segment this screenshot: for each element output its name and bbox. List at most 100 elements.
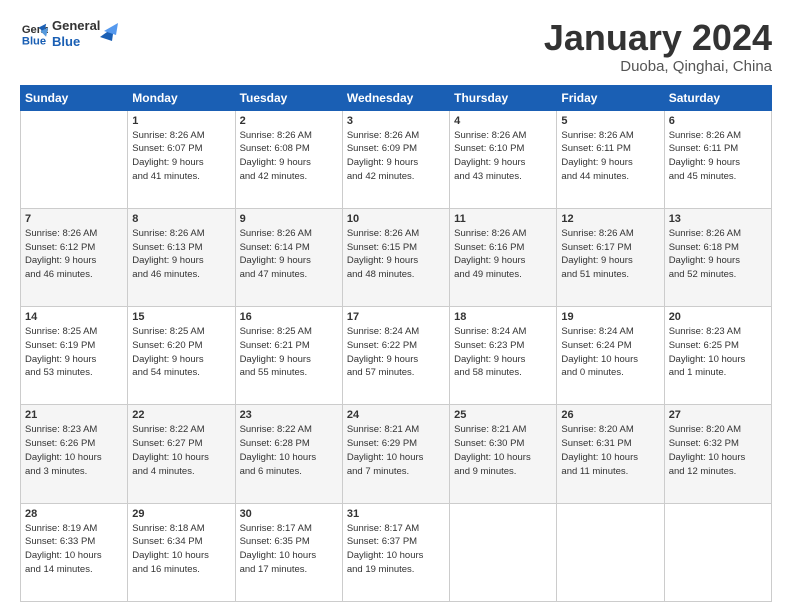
day-info: Sunrise: 8:22 AM Sunset: 6:27 PM Dayligh… <box>132 423 230 478</box>
calendar-cell: 28Sunrise: 8:19 AM Sunset: 6:33 PM Dayli… <box>21 503 128 601</box>
day-number: 29 <box>132 508 230 520</box>
calendar-cell: 3 Sunrise: 8:26 AM Sunset: 6:09 PM Daylig… <box>342 110 449 208</box>
logo-line2: Blue <box>52 34 100 50</box>
day-info: Sunrise: 8:26 AM Sunset: 6:18 PM Dayligh… <box>669 227 767 282</box>
day-number: 31 <box>347 508 445 520</box>
calendar-cell: 30Sunrise: 8:17 AM Sunset: 6:35 PM Dayli… <box>235 503 342 601</box>
day-info: Sunrise: 8:26 AM Sunset: 6:17 PM Dayligh… <box>561 227 659 282</box>
calendar-cell: 1Sunrise: 8:26 AM Sunset: 6:07 PM Daylig… <box>128 110 235 208</box>
calendar-cell: 23 Sunrise: 8:22 AM Sunset: 6:28 PM Dayli… <box>235 405 342 503</box>
calendar-cell: 31 Sunrise: 8:17 AM Sunset: 6:37 PM Dayli… <box>342 503 449 601</box>
day-number: 18 <box>454 311 552 323</box>
calendar-cell: 26 Sunrise: 8:20 AM Sunset: 6:31 PM Dayli… <box>557 405 664 503</box>
calendar-week-row: 28Sunrise: 8:19 AM Sunset: 6:33 PM Dayli… <box>21 503 772 601</box>
calendar-cell: 12 Sunrise: 8:26 AM Sunset: 6:17 PM Dayli… <box>557 208 664 306</box>
calendar-cell: 13 Sunrise: 8:26 AM Sunset: 6:18 PM Dayli… <box>664 208 771 306</box>
day-number: 11 <box>454 213 552 225</box>
month-title: January 2024 <box>544 18 772 58</box>
calendar-cell: 9 Sunrise: 8:26 AM Sunset: 6:14 PM Daylig… <box>235 208 342 306</box>
day-info: Sunrise: 8:22 AM Sunset: 6:28 PM Dayligh… <box>240 423 338 478</box>
calendar-cell: 21 Sunrise: 8:23 AM Sunset: 6:26 PM Dayli… <box>21 405 128 503</box>
day-info: Sunrise: 8:26 AM Sunset: 6:08 PM Dayligh… <box>240 129 338 184</box>
day-number: 3 <box>347 115 445 127</box>
subtitle: Duoba, Qinghai, China <box>544 58 772 75</box>
calendar-cell: 4Sunrise: 8:26 AM Sunset: 6:10 PM Daylig… <box>450 110 557 208</box>
day-number: 16 <box>240 311 338 323</box>
day-info: Sunrise: 8:25 AM Sunset: 6:19 PM Dayligh… <box>25 325 123 380</box>
calendar-cell: 29Sunrise: 8:18 AM Sunset: 6:34 PM Dayli… <box>128 503 235 601</box>
weekday-header: Thursday <box>450 85 557 110</box>
day-number: 14 <box>25 311 123 323</box>
day-info: Sunrise: 8:23 AM Sunset: 6:26 PM Dayligh… <box>25 423 123 478</box>
day-info: Sunrise: 8:26 AM Sunset: 6:11 PM Dayligh… <box>669 129 767 184</box>
calendar-cell: 27 Sunrise: 8:20 AM Sunset: 6:32 PM Dayli… <box>664 405 771 503</box>
day-number: 7 <box>25 213 123 225</box>
day-number: 20 <box>669 311 767 323</box>
calendar-week-row: 1Sunrise: 8:26 AM Sunset: 6:07 PM Daylig… <box>21 110 772 208</box>
weekday-header-row: SundayMondayTuesdayWednesdayThursdayFrid… <box>21 85 772 110</box>
weekday-header: Monday <box>128 85 235 110</box>
day-number: 23 <box>240 409 338 421</box>
day-number: 1 <box>132 115 230 127</box>
day-number: 13 <box>669 213 767 225</box>
weekday-header: Saturday <box>664 85 771 110</box>
day-info: Sunrise: 8:26 AM Sunset: 6:15 PM Dayligh… <box>347 227 445 282</box>
day-info: Sunrise: 8:23 AM Sunset: 6:25 PM Dayligh… <box>669 325 767 380</box>
day-info: Sunrise: 8:26 AM Sunset: 6:09 PM Dayligh… <box>347 129 445 184</box>
calendar-cell: 17 Sunrise: 8:24 AM Sunset: 6:22 PM Dayli… <box>342 307 449 405</box>
calendar-cell: 5Sunrise: 8:26 AM Sunset: 6:11 PM Daylig… <box>557 110 664 208</box>
day-number: 12 <box>561 213 659 225</box>
calendar-week-row: 14 Sunrise: 8:25 AM Sunset: 6:19 PM Dayli… <box>21 307 772 405</box>
day-number: 9 <box>240 213 338 225</box>
day-number: 27 <box>669 409 767 421</box>
day-info: Sunrise: 8:26 AM Sunset: 6:12 PM Dayligh… <box>25 227 123 282</box>
day-info: Sunrise: 8:20 AM Sunset: 6:32 PM Dayligh… <box>669 423 767 478</box>
day-number: 17 <box>347 311 445 323</box>
logo-icon: General Blue <box>20 20 48 48</box>
day-number: 21 <box>25 409 123 421</box>
day-number: 4 <box>454 115 552 127</box>
logo: General Blue General Blue <box>20 18 122 49</box>
calendar-cell: 8 Sunrise: 8:26 AM Sunset: 6:13 PM Daylig… <box>128 208 235 306</box>
day-info: Sunrise: 8:26 AM Sunset: 6:16 PM Dayligh… <box>454 227 552 282</box>
weekday-header: Tuesday <box>235 85 342 110</box>
calendar-cell: 10Sunrise: 8:26 AM Sunset: 6:15 PM Dayli… <box>342 208 449 306</box>
calendar-cell <box>664 503 771 601</box>
day-number: 22 <box>132 409 230 421</box>
day-number: 6 <box>669 115 767 127</box>
day-number: 30 <box>240 508 338 520</box>
calendar-cell: 16 Sunrise: 8:25 AM Sunset: 6:21 PM Dayli… <box>235 307 342 405</box>
day-number: 28 <box>25 508 123 520</box>
day-info: Sunrise: 8:26 AM Sunset: 6:13 PM Dayligh… <box>132 227 230 282</box>
day-number: 8 <box>132 213 230 225</box>
calendar-cell: 25 Sunrise: 8:21 AM Sunset: 6:30 PM Dayli… <box>450 405 557 503</box>
day-info: Sunrise: 8:25 AM Sunset: 6:21 PM Dayligh… <box>240 325 338 380</box>
logo-arrow-icon <box>100 19 122 41</box>
day-number: 2 <box>240 115 338 127</box>
weekday-header: Wednesday <box>342 85 449 110</box>
day-info: Sunrise: 8:24 AM Sunset: 6:24 PM Dayligh… <box>561 325 659 380</box>
calendar-cell: 11 Sunrise: 8:26 AM Sunset: 6:16 PM Dayli… <box>450 208 557 306</box>
day-info: Sunrise: 8:20 AM Sunset: 6:31 PM Dayligh… <box>561 423 659 478</box>
day-info: Sunrise: 8:17 AM Sunset: 6:37 PM Dayligh… <box>347 522 445 577</box>
calendar-cell: 20 Sunrise: 8:23 AM Sunset: 6:25 PM Dayli… <box>664 307 771 405</box>
day-number: 5 <box>561 115 659 127</box>
calendar-table: SundayMondayTuesdayWednesdayThursdayFrid… <box>20 85 772 602</box>
day-number: 19 <box>561 311 659 323</box>
calendar-cell: 18Sunrise: 8:24 AM Sunset: 6:23 PM Dayli… <box>450 307 557 405</box>
day-number: 26 <box>561 409 659 421</box>
calendar-cell: 19 Sunrise: 8:24 AM Sunset: 6:24 PM Dayli… <box>557 307 664 405</box>
calendar-cell: 15Sunrise: 8:25 AM Sunset: 6:20 PM Dayli… <box>128 307 235 405</box>
day-number: 25 <box>454 409 552 421</box>
calendar-cell: 2 Sunrise: 8:26 AM Sunset: 6:08 PM Daylig… <box>235 110 342 208</box>
calendar-week-row: 7 Sunrise: 8:26 AM Sunset: 6:12 PM Daylig… <box>21 208 772 306</box>
calendar-cell: 6 Sunrise: 8:26 AM Sunset: 6:11 PM Daylig… <box>664 110 771 208</box>
day-info: Sunrise: 8:21 AM Sunset: 6:30 PM Dayligh… <box>454 423 552 478</box>
day-info: Sunrise: 8:26 AM Sunset: 6:14 PM Dayligh… <box>240 227 338 282</box>
calendar-cell <box>21 110 128 208</box>
day-info: Sunrise: 8:24 AM Sunset: 6:22 PM Dayligh… <box>347 325 445 380</box>
calendar-cell: 7 Sunrise: 8:26 AM Sunset: 6:12 PM Daylig… <box>21 208 128 306</box>
calendar-cell: 14 Sunrise: 8:25 AM Sunset: 6:19 PM Dayli… <box>21 307 128 405</box>
day-number: 15 <box>132 311 230 323</box>
day-info: Sunrise: 8:21 AM Sunset: 6:29 PM Dayligh… <box>347 423 445 478</box>
